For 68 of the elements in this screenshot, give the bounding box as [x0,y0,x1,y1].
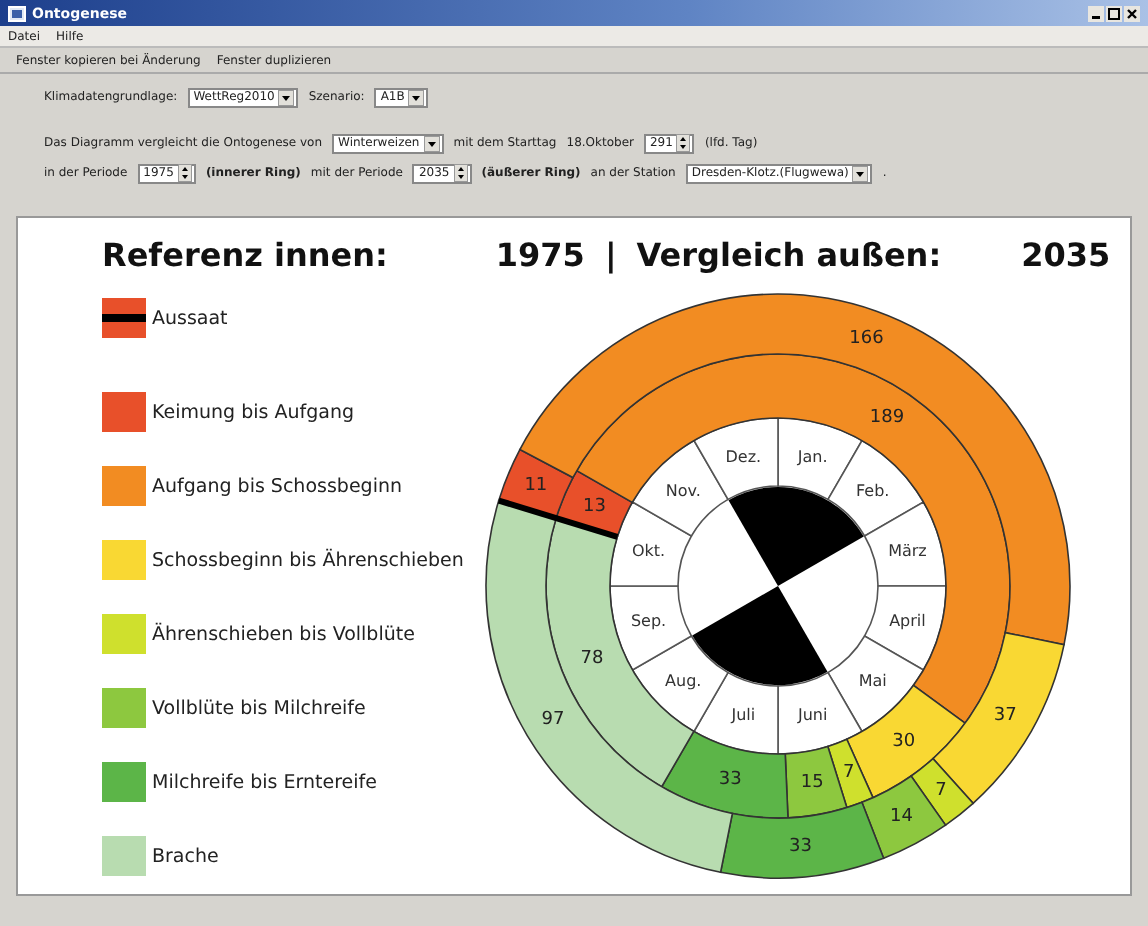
month-sector [631,439,729,537]
month-sector [827,635,925,733]
spin-arrows-icon [453,164,468,182]
caret-icon [852,165,869,181]
legend-label: Aussaat [152,307,228,329]
month-label: April [889,611,926,630]
value-label: 30 [892,731,916,752]
legend-label: Aufgang bis Schossbeginn [152,475,402,497]
value-label: 37 [993,706,1017,727]
month-label: Feb. [856,482,890,501]
legend-label: Keimung bis Aufgang [152,401,354,423]
spin-arrows-icon [676,134,691,152]
legend-swatch [102,614,146,654]
value-label: 166 [849,329,884,350]
caret-icon [408,89,425,105]
comparison-year: 2035 [1021,235,1111,273]
minimize-icon[interactable] [1088,5,1104,21]
window-icon [8,5,26,21]
value-label: 78 [580,649,604,670]
legend-swatch [102,392,146,432]
month-sector [609,501,693,587]
legend-label: Vollblüte bis Milchreife [152,697,366,719]
month-label: Nov. [665,482,701,501]
legend-label: Brache [152,845,219,867]
comparison-label: Vergleich außen: [636,235,942,273]
month-label: Dez. [725,447,762,466]
legend-swatch [102,688,146,728]
month-sector [631,635,729,733]
value-label: 15 [800,773,824,794]
month-label: Sep. [630,611,667,630]
month-sector [609,585,693,671]
sowing-line [497,497,619,540]
legend-swatch [102,466,146,506]
reference-year: 1975 [495,235,585,273]
month-label: Juni [797,706,828,725]
month-sector [863,585,947,671]
value-label: 7 [843,763,855,784]
value-label: 97 [541,710,565,731]
value-label: 13 [583,496,606,517]
value-label: 11 [524,476,548,496]
separator: | [604,235,617,273]
month-label: Mai [858,671,887,690]
legend-label: Schossbeginn bis Ährenschieben [152,549,464,571]
month-sector [863,501,947,587]
caret-icon [278,89,295,105]
value-label: 7 [935,781,947,802]
month-label: Juli [731,706,756,725]
legend-label: Milchreife bis Erntereife [152,771,377,793]
legend-swatch [102,540,146,580]
value-label: 33 [718,770,742,791]
legend-label: Ährenschieben bis Vollblüte [152,623,415,645]
month-label: März [888,542,927,561]
value-label: 33 [789,837,812,858]
reference-label: Referenz innen: [102,235,388,273]
month-label: Jan. [797,447,828,466]
month-label: Okt. [631,542,666,561]
month-sector [827,439,925,537]
value-label: 14 [890,807,913,828]
spin-arrows-icon [177,164,192,182]
caret-icon [423,135,440,151]
legend-swatch [102,298,146,338]
month-label: Aug. [665,671,702,690]
legend-swatch [102,836,146,876]
maximize-icon[interactable] [1106,5,1122,21]
legend-swatch [102,762,146,802]
month-sector [777,671,863,755]
value-label: 189 [869,408,905,429]
close-icon[interactable] [1124,5,1140,21]
